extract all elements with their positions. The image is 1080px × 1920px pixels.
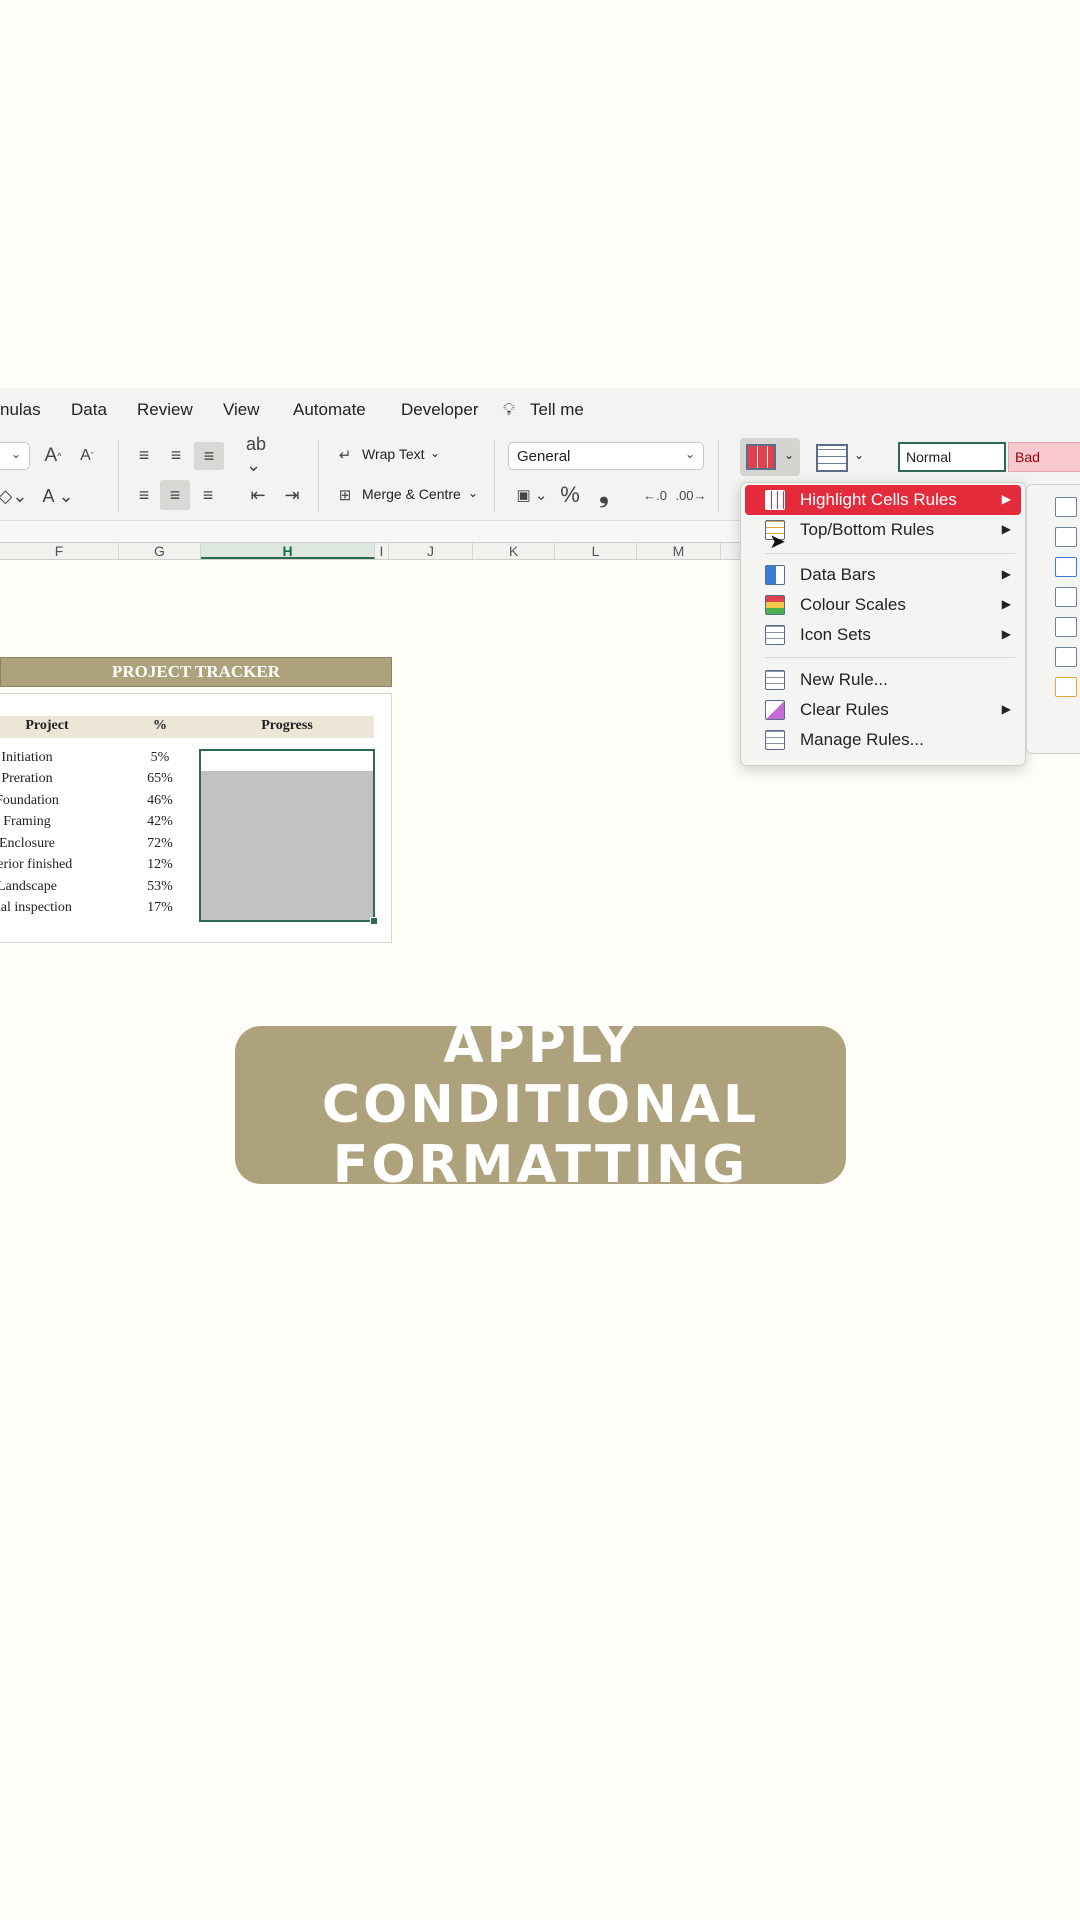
chevron-down-icon[interactable]: ⌄: [430, 446, 440, 460]
font-size-dropdown[interactable]: ⌄: [0, 442, 30, 470]
number-format-value: General: [517, 447, 571, 465]
column-header-l[interactable]: L: [555, 543, 637, 559]
align-left-icon[interactable]: ≡: [132, 482, 156, 508]
submenu-arrow-icon: ▶: [1001, 567, 1011, 581]
comma-style-button[interactable]: ❟: [590, 480, 618, 510]
increase-decimal-icon[interactable]: ←.0: [640, 482, 670, 508]
submenu-arrow-icon: ▶: [1001, 597, 1011, 611]
merge-icon: ⊞: [338, 487, 352, 504]
tracker-title: PROJECT TRACKER: [0, 657, 392, 687]
tab-review[interactable]: Review: [137, 400, 193, 420]
menu-item-manage-rules[interactable]: Manage Rules...: [745, 725, 1021, 755]
column-header-g[interactable]: G: [119, 543, 201, 559]
duplicate-values-icon[interactable]: [1055, 677, 1077, 697]
caption-text: APPLY CONDITIONAL FORMATTING: [235, 1015, 846, 1195]
increase-font-icon[interactable]: A ^: [40, 442, 66, 470]
wrap-text-button[interactable]: Wrap Text: [362, 446, 425, 462]
tell-me-search[interactable]: Tell me: [530, 400, 584, 420]
wrap-text-icon: ↵: [338, 447, 352, 464]
menu-item-new-rule[interactable]: New Rule...: [745, 665, 1021, 695]
column-header-h[interactable]: H: [201, 543, 375, 559]
column-header-i[interactable]: I: [375, 543, 389, 559]
greater-than-icon[interactable]: [1055, 497, 1077, 517]
orientation-icon[interactable]: ab ⌄: [246, 434, 286, 475]
decrease-font-icon[interactable]: Aˇ: [74, 442, 100, 470]
colour-scales-icon: [765, 595, 785, 615]
menu-item-data-bars[interactable]: Data Bars ▶: [745, 560, 1021, 590]
menu-bar: nulas Data Review View Automate Develope…: [0, 388, 1080, 432]
chevron-down-icon: ⌄: [854, 448, 865, 462]
percent-button[interactable]: %: [556, 480, 584, 510]
increase-indent-icon[interactable]: ⇥: [280, 482, 304, 508]
header-progress[interactable]: Progress: [200, 718, 374, 734]
tracker-header-row: Project % Progress: [0, 716, 374, 738]
fill-color-icon[interactable]: ◇⌄: [0, 482, 27, 510]
align-right-icon[interactable]: ≡: [196, 482, 220, 508]
date-occurring-icon[interactable]: [1055, 647, 1077, 667]
column-header-k[interactable]: K: [473, 543, 555, 559]
column-header-f[interactable]: F: [0, 543, 119, 559]
clear-rules-icon: [765, 700, 785, 720]
conditional-formatting-menu: Highlight Cells Rules ▶ Top/Bottom Rules…: [740, 482, 1026, 766]
submenu-arrow-icon: ▶: [1001, 627, 1011, 641]
text-contains-icon[interactable]: [1055, 617, 1077, 637]
new-rule-icon: [765, 670, 785, 690]
menu-item-colour-scales[interactable]: Colour Scales ▶: [745, 590, 1021, 620]
less-than-icon[interactable]: [1055, 527, 1077, 547]
font-color-icon[interactable]: A ⌄: [38, 482, 78, 510]
lightbulb-icon[interactable]: 💡︎: [503, 400, 515, 420]
chevron-down-icon: ⌄: [784, 448, 795, 462]
header-project[interactable]: Project: [0, 718, 94, 734]
number-format-dropdown[interactable]: General ⌄: [508, 442, 704, 470]
chevron-down-icon: ⌄: [684, 447, 695, 461]
tab-data[interactable]: Data: [71, 400, 107, 420]
menu-item-clear-rules[interactable]: Clear Rules ▶: [745, 695, 1021, 725]
align-center-icon[interactable]: ≡: [160, 480, 190, 510]
submenu-arrow-icon: ▶: [1001, 492, 1011, 506]
tab-automate[interactable]: Automate: [293, 400, 366, 420]
chevron-down-icon[interactable]: ⌄: [468, 486, 478, 500]
highlight-cells-submenu: [1026, 484, 1080, 754]
menu-item-top-bottom-rules[interactable]: Top/Bottom Rules ▶: [745, 515, 1021, 545]
manage-rules-icon: [765, 730, 785, 750]
align-bottom-icon[interactable]: ≡: [194, 442, 224, 470]
format-as-table-button[interactable]: ⌄: [814, 438, 870, 476]
fill-handle[interactable]: [370, 917, 378, 925]
mouse-cursor-icon: ➤: [769, 531, 786, 553]
equal-to-icon[interactable]: [1055, 587, 1077, 607]
highlight-cells-icon: [765, 490, 785, 510]
submenu-arrow-icon: ▶: [1001, 702, 1011, 716]
menu-item-highlight-cells-rules[interactable]: Highlight Cells Rules ▶: [745, 485, 1021, 515]
conditional-formatting-icon: [746, 444, 776, 470]
caption-line-1: APPLY CONDITIONAL: [321, 1015, 760, 1135]
icon-sets-icon: [765, 625, 785, 645]
decrease-decimal-icon[interactable]: .00→: [675, 482, 706, 508]
progress-range-selection[interactable]: [199, 749, 378, 925]
between-icon[interactable]: [1055, 557, 1077, 577]
column-header-m[interactable]: M: [637, 543, 721, 559]
align-top-icon[interactable]: ≡: [132, 442, 156, 468]
data-bars-icon: [765, 565, 785, 585]
submenu-arrow-icon: ▶: [1001, 522, 1011, 536]
tab-formulas[interactable]: nulas: [0, 400, 41, 420]
tab-developer[interactable]: Developer: [401, 400, 479, 420]
cell-style-normal[interactable]: Normal: [898, 442, 1006, 472]
tab-view[interactable]: View: [223, 400, 260, 420]
selected-cells-highlight: [201, 771, 373, 920]
decrease-indent-icon[interactable]: ⇤: [246, 482, 270, 508]
caption-line-2: FORMATTING: [332, 1135, 749, 1195]
header-percent[interactable]: %: [130, 718, 190, 734]
format-as-table-icon: [816, 444, 848, 472]
merge-centre-button[interactable]: Merge & Centre: [362, 486, 461, 502]
caption-banner: APPLY CONDITIONAL FORMATTING: [235, 1015, 846, 1195]
cell-style-bad[interactable]: Bad: [1008, 442, 1080, 472]
currency-format-icon[interactable]: ▣ ⌄: [510, 482, 554, 508]
menu-item-icon-sets[interactable]: Icon Sets ▶: [745, 620, 1021, 650]
column-header-j[interactable]: J: [389, 543, 473, 559]
conditional-formatting-button[interactable]: ⌄: [740, 438, 800, 476]
align-middle-icon[interactable]: ≡: [164, 442, 188, 468]
